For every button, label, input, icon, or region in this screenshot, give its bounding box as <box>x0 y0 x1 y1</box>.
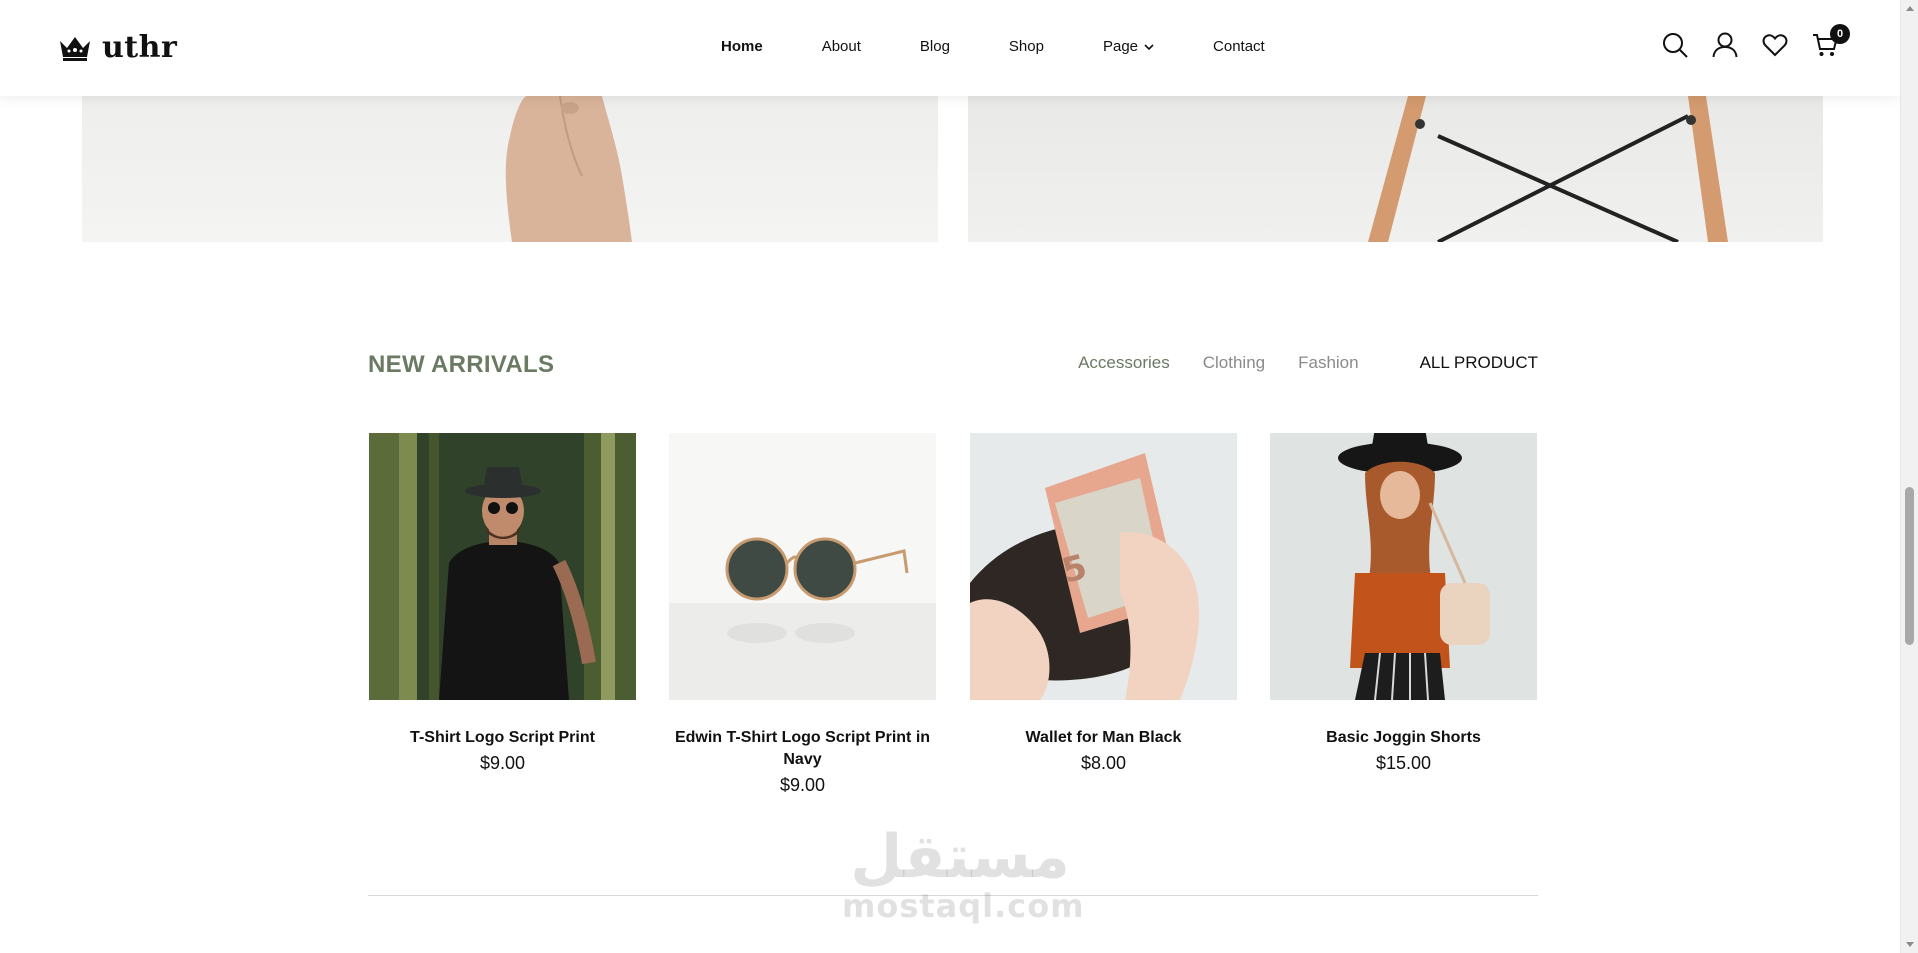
banner-left-image <box>505 96 632 242</box>
product-price: $15.00 <box>1375 753 1432 773</box>
site-header: uthr Home About Blog Shop Page Contact 0 <box>0 0 1900 96</box>
cart-count-badge: 0 <box>1830 24 1850 44</box>
section-divider <box>368 895 1538 896</box>
nav-page-label: Page <box>1102 38 1139 55</box>
product-price: $8.00 <box>1080 753 1127 773</box>
chevron-down-icon <box>1144 43 1154 50</box>
account-button[interactable] <box>1712 32 1738 58</box>
banner-right[interactable] <box>968 96 1823 242</box>
logo-text: uthr <box>102 30 178 65</box>
product-name[interactable]: Edwin T-Shirt Logo Script Print in Navy <box>669 727 936 771</box>
scroll-down-arrow[interactable] <box>1906 942 1914 947</box>
product-name[interactable]: Wallet for Man Black <box>970 727 1237 749</box>
filter-accessories[interactable]: Accessories <box>1078 353 1170 373</box>
product-name[interactable]: T-Shirt Logo Script Print <box>369 727 636 749</box>
banner-left[interactable] <box>82 96 938 242</box>
nav-about[interactable]: About <box>822 38 861 55</box>
product-card[interactable]: Edwin T-Shirt Logo Script Print in Navy … <box>669 433 936 796</box>
watermark-arabic: مستقل <box>850 822 1070 892</box>
product-image[interactable] <box>669 433 936 700</box>
banner-right-image <box>1368 96 1728 242</box>
filter-clothing[interactable]: Clothing <box>1203 353 1265 373</box>
filter-all-product[interactable]: ALL PRODUCT <box>1420 353 1538 373</box>
product-name[interactable]: Basic Joggin Shorts <box>1270 727 1537 749</box>
product-price: $9.00 <box>479 753 526 773</box>
cart-button[interactable]: 0 <box>1812 24 1850 58</box>
product-filters: Accessories Clothing Fashion ALL PRODUCT <box>1078 353 1538 373</box>
section-title: NEW ARRIVALS <box>368 351 555 378</box>
page-scrollbar[interactable] <box>1900 0 1918 953</box>
main-nav: Home About Blog Shop Page Contact <box>721 38 1265 55</box>
nav-shop[interactable]: Shop <box>1009 38 1044 55</box>
wishlist-button[interactable] <box>1762 32 1788 58</box>
header-icons: 0 <box>1662 24 1850 58</box>
search-icon <box>1663 33 1688 58</box>
product-image[interactable]: 5 <box>970 433 1237 700</box>
product-image[interactable] <box>1270 433 1537 700</box>
nav-contact[interactable]: Contact <box>1213 38 1265 55</box>
filter-fashion[interactable]: Fashion <box>1298 353 1358 373</box>
nav-page[interactable]: Page <box>1103 38 1154 55</box>
nav-blog[interactable]: Blog <box>920 38 950 55</box>
heart-icon <box>1762 34 1788 57</box>
scroll-thumb[interactable] <box>1905 487 1914 645</box>
nav-home[interactable]: Home <box>721 38 763 55</box>
product-price: $9.00 <box>779 775 826 795</box>
scroll-up-arrow[interactable] <box>1906 6 1914 11</box>
watermark: مستقل mostaql.com <box>842 822 1084 923</box>
product-card[interactable]: T-Shirt Logo Script Print $9.00 <box>369 433 636 774</box>
product-card[interactable]: 5 Wallet for Man Black $8.00 <box>970 433 1237 774</box>
user-icon <box>1712 32 1738 58</box>
logo[interactable]: uthr <box>58 30 177 65</box>
crown-icon <box>60 36 90 61</box>
product-image[interactable] <box>369 433 636 700</box>
product-card[interactable]: Basic Joggin Shorts $15.00 <box>1270 433 1537 774</box>
search-button[interactable] <box>1662 32 1688 58</box>
